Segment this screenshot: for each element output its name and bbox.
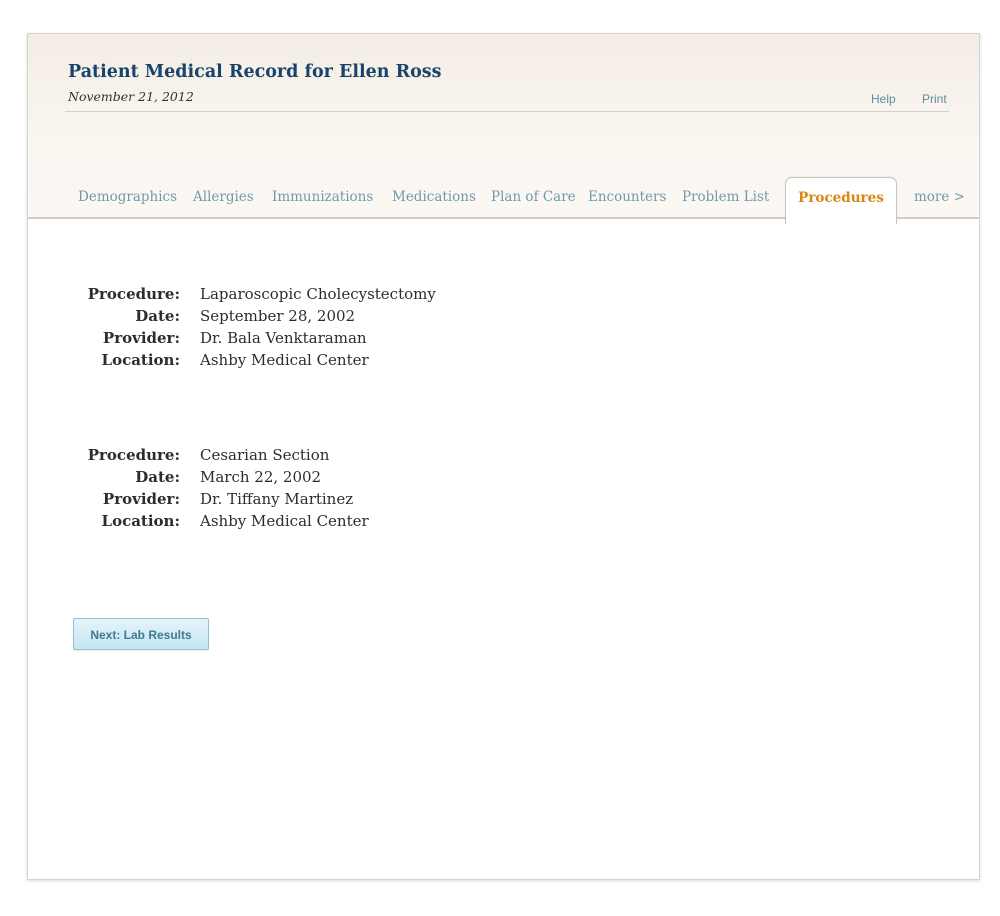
tab-procedures-label: Procedures (798, 190, 884, 206)
tab-encounters[interactable]: Encounters (588, 189, 666, 205)
record-header: Patient Medical Record for Ellen Ross No… (28, 34, 979, 224)
date-value: March 22, 2002 (200, 468, 322, 486)
procedure-row: Procedure: Laparoscopic Cholecystectomy (84, 285, 784, 307)
tab-procedures[interactable]: Procedures (785, 177, 897, 224)
provider-value: Dr. Tiffany Martinez (200, 490, 354, 508)
tab-demographics[interactable]: Demographics (78, 189, 177, 205)
provider-row: Provider: Dr. Bala Venktaraman (84, 329, 784, 351)
procedure-label: Procedure: (87, 285, 180, 303)
record-date: November 21, 2012 (68, 89, 194, 104)
tab-immunizations[interactable]: Immunizations (272, 189, 373, 205)
record-card: Patient Medical Record for Ellen Ross No… (27, 33, 980, 880)
page-title: Patient Medical Record for Ellen Ross (68, 62, 442, 82)
tab-allergies[interactable]: Allergies (193, 189, 254, 205)
print-link[interactable]: Print (922, 92, 947, 106)
date-row: Date: September 28, 2002 (84, 307, 784, 329)
provider-value: Dr. Bala Venktaraman (200, 329, 367, 347)
provider-label: Provider: (102, 490, 180, 508)
location-value: Ashby Medical Center (200, 351, 369, 369)
location-label: Location: (101, 512, 180, 530)
help-link[interactable]: Help (871, 92, 896, 106)
location-label: Location: (101, 351, 180, 369)
header-divider (65, 111, 949, 112)
location-value: Ashby Medical Center (200, 512, 369, 530)
location-row: Location: Ashby Medical Center (84, 512, 784, 534)
date-label: Date: (135, 307, 180, 325)
location-row: Location: Ashby Medical Center (84, 351, 784, 373)
provider-row: Provider: Dr. Tiffany Martinez (84, 490, 784, 512)
procedure-value: Laparoscopic Cholecystectomy (200, 285, 436, 303)
tab-medications[interactable]: Medications (392, 189, 476, 205)
tab-plan-of-care[interactable]: Plan of Care (491, 189, 576, 205)
date-row: Date: March 22, 2002 (84, 468, 784, 490)
tab-more[interactable]: more > (914, 189, 965, 205)
procedure-record: Procedure: Cesarian Section Date: March … (84, 446, 784, 534)
procedure-row: Procedure: Cesarian Section (84, 446, 784, 468)
date-label: Date: (135, 468, 180, 486)
tab-problem-list[interactable]: Problem List (682, 189, 769, 205)
procedure-label: Procedure: (87, 446, 180, 464)
next-lab-results-button[interactable]: Next: Lab Results (73, 618, 209, 650)
provider-label: Provider: (102, 329, 180, 347)
procedure-record: Procedure: Laparoscopic Cholecystectomy … (84, 285, 784, 373)
date-value: September 28, 2002 (200, 307, 356, 325)
procedure-value: Cesarian Section (200, 446, 330, 464)
